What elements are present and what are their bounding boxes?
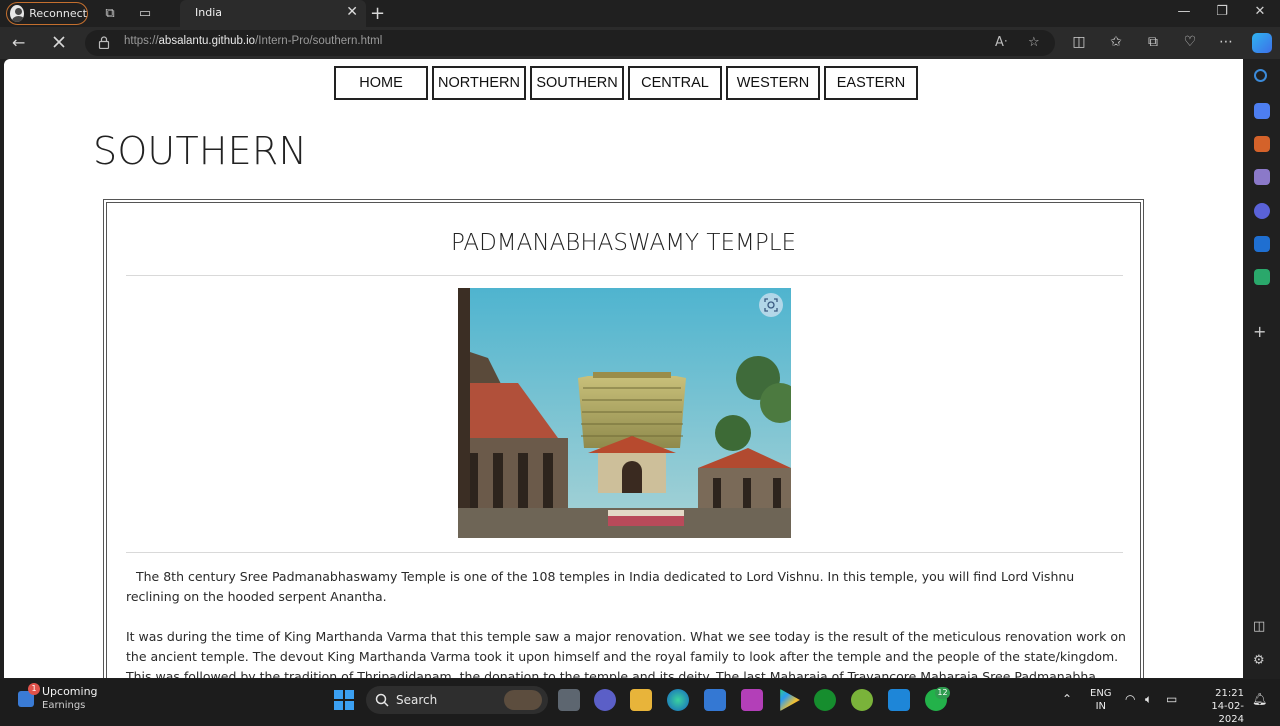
sidebar-outlook-icon[interactable] bbox=[1254, 236, 1270, 252]
nav-western-button[interactable]: WESTERN bbox=[726, 66, 820, 100]
page-viewport: HOME NORTHERN SOUTHERN CENTRAL WESTERN E… bbox=[4, 59, 1243, 678]
temple-card-inner: PADMANABHASWAMY TEMPLE The 8th century S… bbox=[106, 202, 1141, 678]
utorrent-icon[interactable] bbox=[851, 689, 873, 711]
profile-avatar-icon bbox=[10, 5, 25, 22]
edge-sidebar: + ◫ ⚙ bbox=[1243, 59, 1280, 679]
battery-icon[interactable]: ▭ bbox=[1166, 692, 1177, 706]
browser-essentials-icon[interactable]: ♡ bbox=[1180, 34, 1200, 50]
language-indicator[interactable]: ENG IN bbox=[1090, 687, 1112, 713]
sidebar-search-icon[interactable] bbox=[1254, 69, 1267, 82]
edge-browser-icon[interactable] bbox=[667, 689, 689, 711]
address-bar[interactable]: https://absalantu.github.io/Intern-Pro/s… bbox=[85, 30, 1055, 56]
camera-app-icon[interactable] bbox=[741, 689, 763, 711]
xbox-icon[interactable] bbox=[814, 689, 836, 711]
favorites-icon[interactable]: ✩ bbox=[1106, 34, 1126, 50]
task-view-icon[interactable] bbox=[558, 689, 580, 711]
paragraph-history: It was during the time of King Marthanda… bbox=[126, 629, 1126, 678]
copilot-icon[interactable] bbox=[1252, 33, 1272, 53]
paragraph-intro: The 8th century Sree Padmanabhaswamy Tem… bbox=[126, 569, 1075, 604]
nav-northern-button[interactable]: NORTHERN bbox=[432, 66, 526, 100]
tab-india[interactable]: India ✕ bbox=[180, 0, 366, 27]
start-button[interactable] bbox=[334, 690, 354, 710]
nav-home-button[interactable]: HOME bbox=[334, 66, 428, 100]
window-close-icon[interactable]: ✕ bbox=[1250, 4, 1270, 19]
temple-photo bbox=[458, 288, 791, 538]
file-explorer-icon[interactable] bbox=[630, 689, 652, 711]
sidebar-games-icon[interactable] bbox=[1254, 169, 1270, 185]
language-code: ENG bbox=[1090, 688, 1112, 699]
notifications-bell-icon[interactable]: 🔔︎ bbox=[1252, 692, 1267, 706]
visual-search-icon[interactable] bbox=[759, 293, 783, 317]
clock-time: 21:21 bbox=[1215, 688, 1244, 699]
minimize-icon[interactable]: — bbox=[1174, 4, 1194, 19]
heading-divider bbox=[126, 275, 1123, 276]
split-screen-icon[interactable]: ◫ bbox=[1069, 34, 1089, 50]
image-divider bbox=[126, 552, 1123, 553]
more-menu-icon[interactable]: ⋯ bbox=[1216, 34, 1236, 50]
page-title: SOUTHERN bbox=[93, 129, 308, 173]
widgets-subtitle: Earnings bbox=[42, 700, 86, 711]
play-store-icon[interactable] bbox=[780, 689, 800, 711]
sidebar-add-icon[interactable]: + bbox=[1253, 322, 1266, 341]
tab-close-icon[interactable]: ✕ bbox=[346, 4, 358, 20]
lock-icon[interactable] bbox=[98, 36, 110, 49]
sidebar-drop-icon[interactable] bbox=[1254, 269, 1270, 285]
url-text[interactable]: https://absalantu.github.io/Intern-Pro/s… bbox=[124, 35, 382, 47]
nav-eastern-button[interactable]: EASTERN bbox=[824, 66, 918, 100]
collections-icon[interactable]: ⧉ bbox=[1143, 34, 1163, 50]
sidebar-settings-icon[interactable]: ⚙ bbox=[1253, 653, 1265, 668]
sidebar-hide-icon[interactable]: ◫ bbox=[1253, 619, 1265, 634]
vscode-icon[interactable] bbox=[888, 689, 910, 711]
tab-title: India bbox=[195, 6, 222, 19]
region-code: IN bbox=[1095, 701, 1106, 712]
nav-central-button[interactable]: CENTRAL bbox=[628, 66, 722, 100]
sidebar-m365-icon[interactable] bbox=[1254, 203, 1270, 219]
search-highlight-icon bbox=[504, 690, 542, 710]
whatsapp-badge: 12 bbox=[935, 687, 950, 699]
loading-stop-icon[interactable] bbox=[51, 34, 67, 50]
temple-card: PADMANABHASWAMY TEMPLE The 8th century S… bbox=[103, 199, 1144, 678]
teams-chat-icon[interactable] bbox=[594, 689, 616, 711]
reconnect-label: Reconnect bbox=[29, 7, 87, 20]
temple-heading: PADMANABHASWAMY TEMPLE bbox=[450, 230, 797, 256]
volume-icon[interactable]: 🔈︎ bbox=[1145, 692, 1152, 707]
clock-date: 14-02-2024 bbox=[1211, 701, 1244, 725]
profile-reconnect-button[interactable]: Reconnect bbox=[6, 2, 88, 25]
search-label: Search bbox=[396, 693, 438, 707]
back-arrow-icon[interactable]: ← bbox=[12, 33, 25, 52]
sidebar-tools-icon[interactable] bbox=[1254, 136, 1270, 152]
site-nav: HOME NORTHERN SOUTHERN CENTRAL WESTERN E… bbox=[334, 66, 918, 100]
maximize-icon[interactable]: ❐ bbox=[1212, 4, 1232, 19]
wifi-icon[interactable]: ◠ bbox=[1125, 692, 1135, 706]
windows-taskbar: 1 Upcoming Earnings Search 12 ⌃ ENG IN ◠… bbox=[0, 679, 1280, 725]
widgets-badge: 1 bbox=[28, 683, 40, 695]
favorite-star-icon[interactable]: ☆ bbox=[1028, 35, 1040, 50]
new-tab-icon[interactable]: + bbox=[370, 3, 385, 24]
nav-southern-button[interactable]: SOUTHERN bbox=[530, 66, 624, 100]
workspaces-icon[interactable]: ⧉ bbox=[100, 4, 120, 23]
tab-actions-icon[interactable]: ▭ bbox=[135, 4, 155, 23]
tray-overflow-icon[interactable]: ⌃ bbox=[1062, 692, 1072, 706]
clock[interactable]: 21:21 14-02-2024 bbox=[1188, 687, 1244, 726]
taskbar-search[interactable]: Search bbox=[366, 686, 548, 714]
sidebar-shopping-icon[interactable] bbox=[1254, 103, 1270, 119]
store-icon[interactable] bbox=[704, 689, 726, 711]
tab-strip: Reconnect ⧉ ▭ India ✕ + — ❐ ✕ bbox=[0, 0, 1280, 27]
search-icon bbox=[375, 693, 389, 707]
read-aloud-icon[interactable]: Aᐧ bbox=[995, 35, 1007, 50]
widgets-title: Upcoming bbox=[42, 685, 98, 698]
